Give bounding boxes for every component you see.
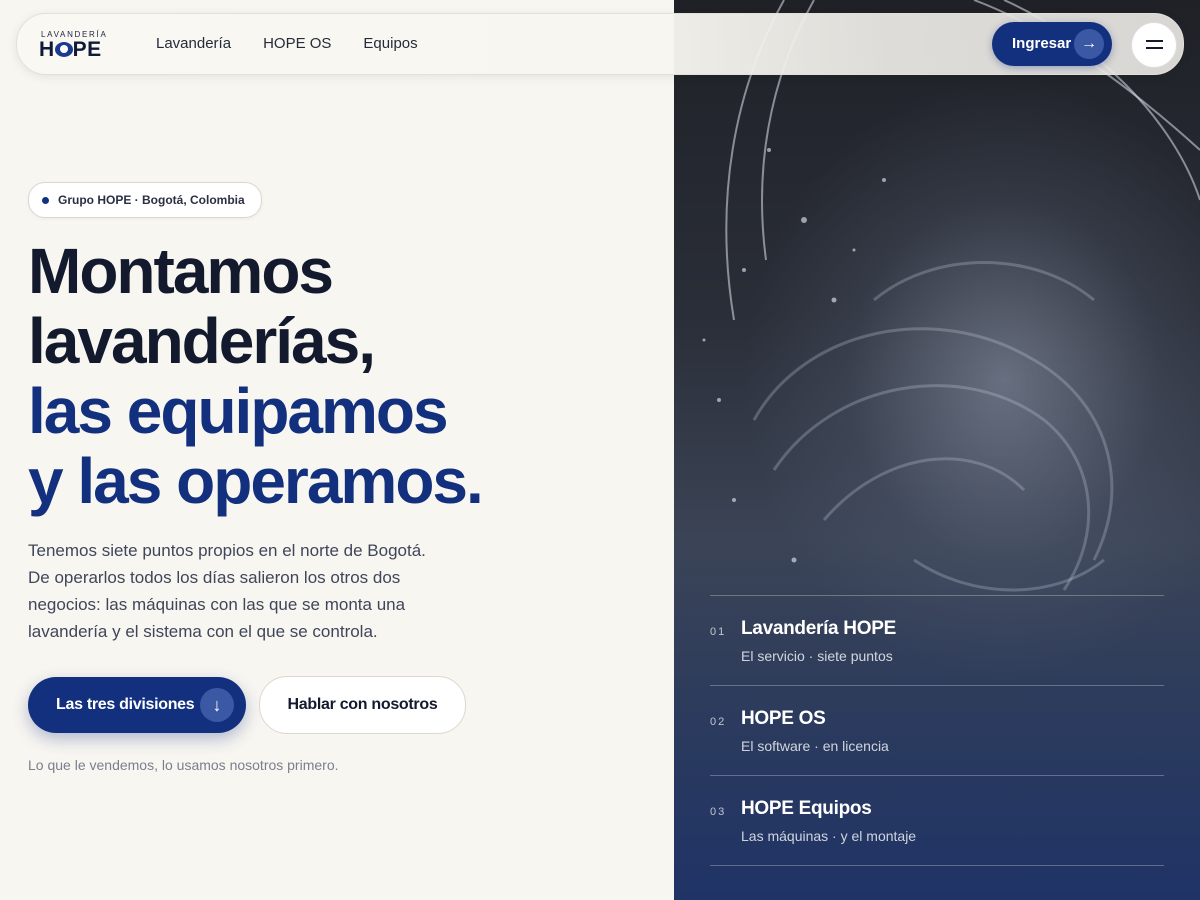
division-subtitle: El software · en licencia	[741, 738, 889, 754]
contact-button[interactable]: Hablar con nosotros	[259, 676, 466, 734]
location-text: Grupo HOPE · Bogotá, Colombia	[58, 193, 245, 207]
nav-link-hope-os[interactable]: HOPE OS	[263, 35, 331, 52]
division-subtitle: El servicio · siete puntos	[741, 648, 893, 664]
hero-tagline: Lo que le vendemos, lo usamos nosotros p…	[28, 757, 339, 773]
divisions-button[interactable]: Las tres divisiones ↓	[28, 677, 246, 733]
divisions-list: 01 Lavandería HOPE El servicio · siete p…	[710, 595, 1164, 866]
hope-logo[interactable]: LAVANDERÍA H PE	[39, 30, 121, 60]
hero-headline: Montamos lavanderías, las equipamos y la…	[28, 235, 484, 517]
location-dot-icon	[42, 197, 49, 204]
division-item-lavanderia[interactable]: 01 Lavandería HOPE El servicio · siete p…	[710, 595, 1164, 685]
divisions-button-label: Las tres divisiones	[56, 696, 195, 713]
division-item-equipos[interactable]: 03 HOPE Equipos Las máquinas · y el mont…	[710, 775, 1164, 866]
contact-button-label: Hablar con nosotros	[287, 696, 438, 713]
division-subtitle: Las máquinas · y el montaje	[741, 828, 917, 844]
login-button[interactable]: Ingresar →	[992, 22, 1112, 66]
headline-line-4: y las operamos.	[28, 445, 484, 517]
nav-link-lavanderia[interactable]: Lavandería	[156, 35, 231, 52]
division-number: 03	[710, 806, 727, 818]
logo-wordmark: H PE	[39, 38, 102, 61]
division-number: 01	[710, 626, 727, 638]
nav-links: Lavandería HOPE OS Equipos	[156, 35, 418, 52]
arrow-right-icon: →	[1074, 29, 1104, 59]
nav-link-equipos[interactable]: Equipos	[363, 35, 417, 52]
division-title: HOPE Equipos	[741, 798, 872, 819]
arrow-down-icon: ↓	[200, 688, 234, 722]
headline-line-1: Montamos	[28, 235, 334, 307]
logo-o-icon	[54, 42, 73, 57]
hero-intro-text: Tenemos siete puntos propios en el norte…	[28, 541, 426, 641]
menu-button[interactable]	[1131, 22, 1177, 68]
location-badge: Grupo HOPE · Bogotá, Colombia	[28, 182, 262, 218]
division-title: Lavandería HOPE	[741, 618, 896, 639]
login-button-label: Ingresar	[1012, 35, 1072, 52]
division-number: 02	[710, 716, 727, 728]
headline-line-3: las equipamos	[28, 375, 449, 447]
division-item-hope-os[interactable]: 02 HOPE OS El software · en licencia	[710, 685, 1164, 775]
headline-line-2: lavanderías,	[28, 305, 376, 377]
division-title: HOPE OS	[741, 708, 826, 729]
top-navbar: LAVANDERÍA H PE Lavandería HOPE OS Equipo…	[16, 13, 1184, 75]
